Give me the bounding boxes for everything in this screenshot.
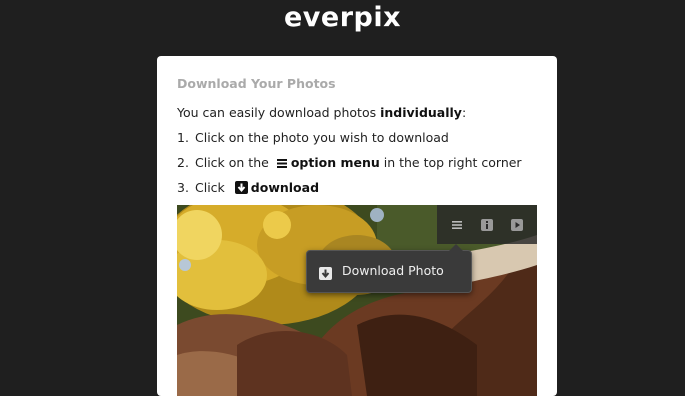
step-text: Click on the bbox=[195, 155, 269, 170]
intro-end: : bbox=[461, 105, 467, 120]
download-help-card: Download Your Photos You can easily down… bbox=[157, 56, 557, 396]
download-arrow-icon bbox=[319, 265, 332, 284]
step-bold: option menu bbox=[290, 155, 380, 170]
menu-caret bbox=[449, 244, 463, 251]
intro-plain: You can easily download photos bbox=[177, 105, 381, 120]
step-number: 2. bbox=[177, 155, 189, 170]
step-text: Click on the photo you wish to download bbox=[195, 130, 449, 145]
step-number: 3. bbox=[177, 180, 189, 195]
everpix-logo[interactable]: everpix bbox=[0, 2, 685, 33]
intro-bold: individually bbox=[380, 105, 462, 120]
download-arrow-icon bbox=[234, 181, 248, 197]
info-icon[interactable] bbox=[479, 217, 495, 233]
sample-photo[interactable]: Download Photo bbox=[177, 205, 537, 396]
step-text-after: in the top right corner bbox=[379, 155, 522, 170]
card-title: Download Your Photos bbox=[177, 76, 336, 91]
play-icon[interactable] bbox=[509, 217, 525, 233]
photo-toolbar bbox=[437, 205, 537, 244]
step-2: 2. Click on the option menu in the top ri… bbox=[177, 155, 522, 172]
step-bold: download bbox=[250, 180, 320, 195]
download-photo-label: Download Photo bbox=[342, 263, 444, 278]
intro-text: You can easily download photos individua… bbox=[177, 105, 466, 120]
step-1: 1. Click on the photo you wish to downloa… bbox=[177, 130, 449, 145]
hamburger-menu-icon bbox=[276, 157, 288, 172]
menu-icon[interactable] bbox=[449, 217, 465, 233]
download-photo-menu-item[interactable]: Download Photo bbox=[306, 244, 472, 293]
step-3: 3. Click download bbox=[177, 180, 319, 197]
step-number: 1. bbox=[177, 130, 189, 145]
step-text: Click bbox=[195, 180, 225, 195]
